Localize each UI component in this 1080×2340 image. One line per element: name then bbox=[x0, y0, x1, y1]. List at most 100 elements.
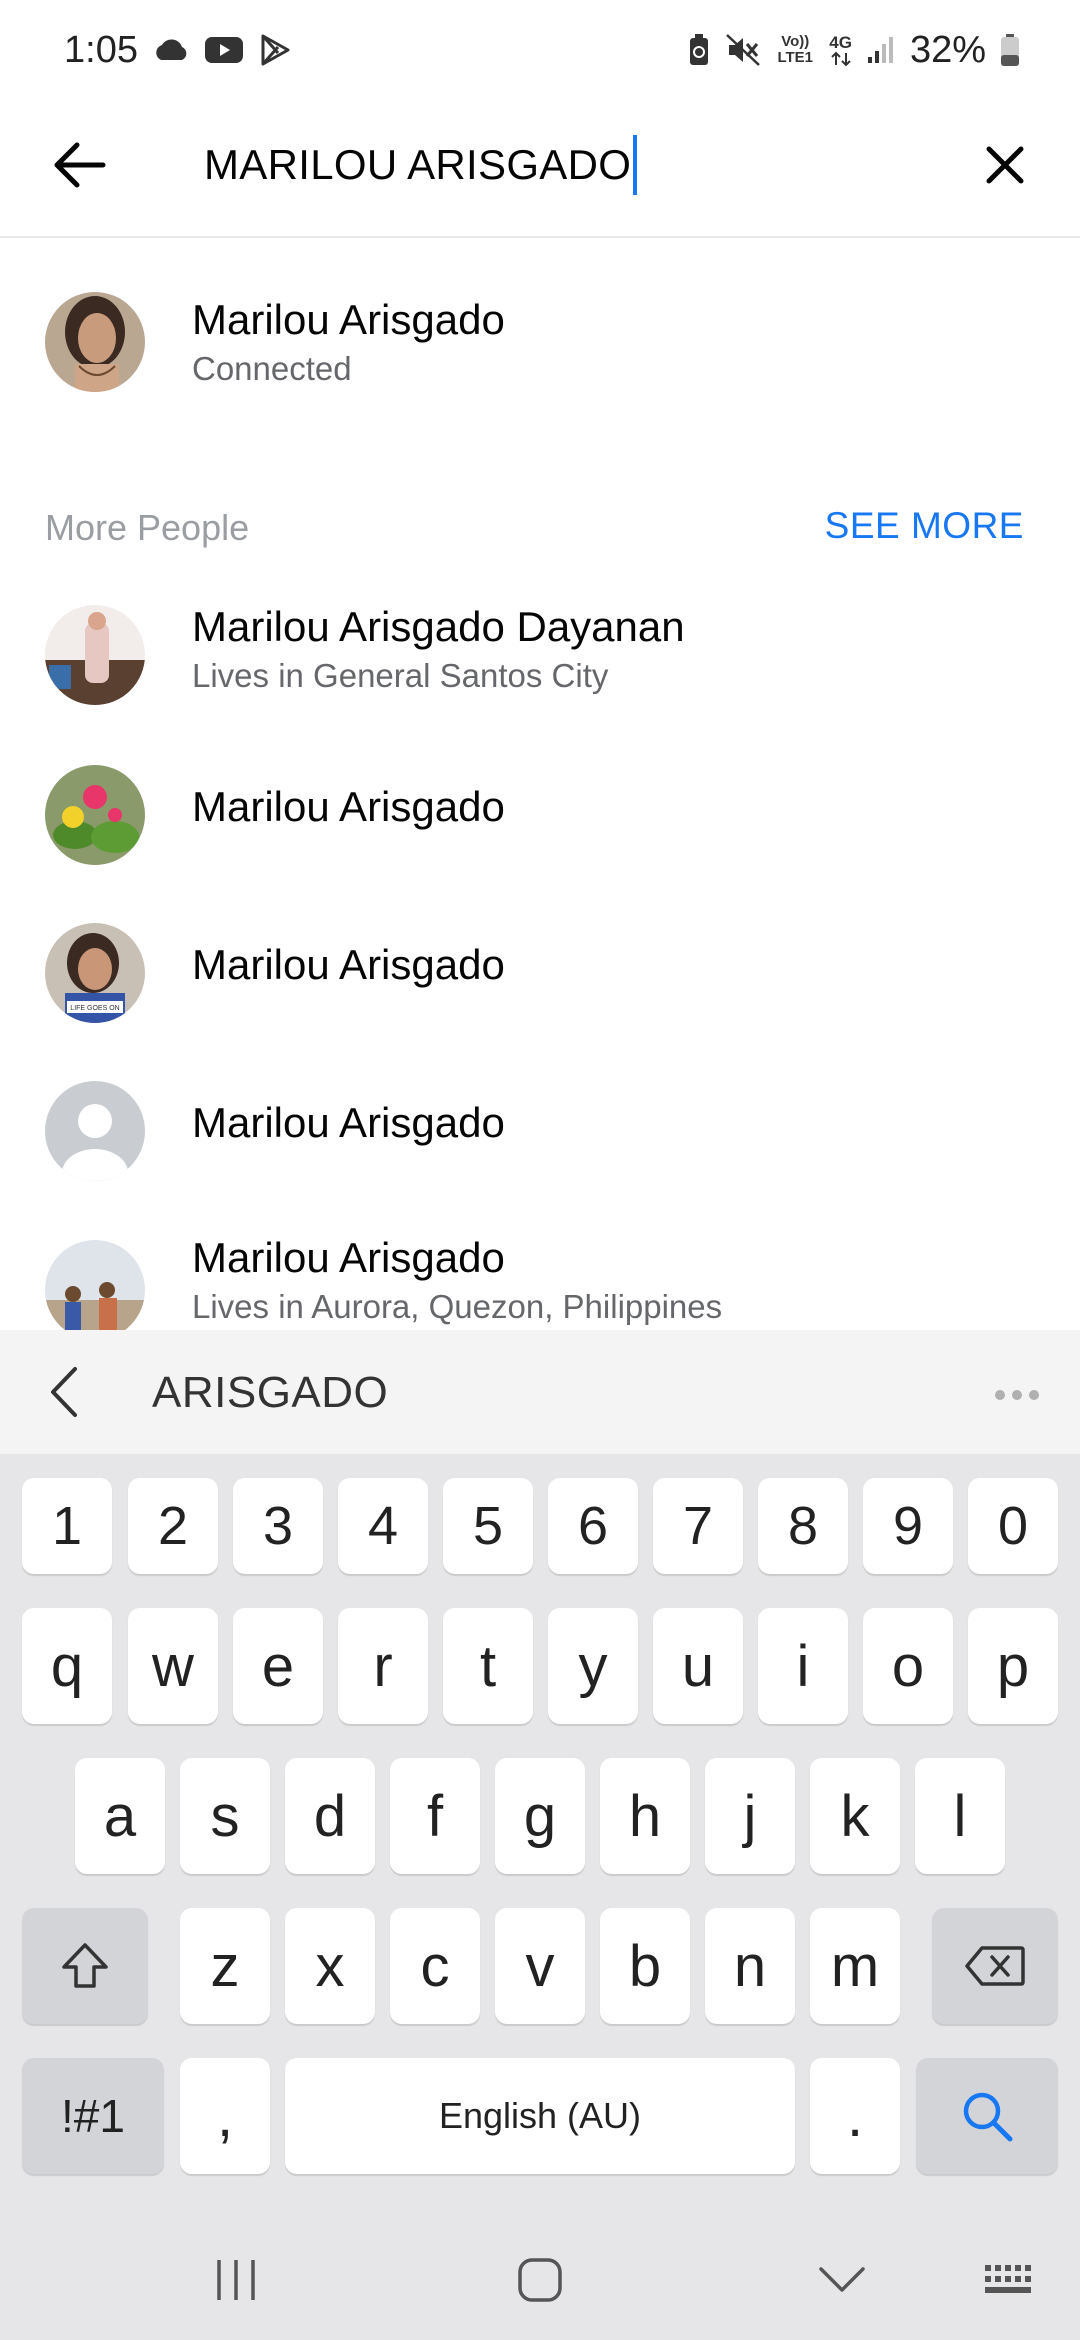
key-b[interactable]: b bbox=[600, 1908, 690, 2024]
search-icon bbox=[963, 2092, 1013, 2142]
list-item[interactable]: Marilou Arisgado Lives in Aurora, Quezon… bbox=[0, 1220, 1080, 1330]
key-h[interactable]: h bbox=[600, 1758, 690, 1874]
key-y[interactable]: y bbox=[548, 1608, 638, 1724]
key-p[interactable]: p bbox=[968, 1608, 1058, 1724]
backspace-key[interactable] bbox=[932, 1908, 1058, 2024]
key-8[interactable]: 8 bbox=[758, 1478, 848, 1574]
key-v[interactable]: v bbox=[495, 1908, 585, 2024]
keyboard-icon bbox=[985, 2265, 1031, 2293]
list-item[interactable]: Marilou Arisgado bbox=[0, 745, 1080, 895]
key-d[interactable]: d bbox=[285, 1758, 375, 1874]
status-right: Vo)) LTE1 4G 32% bbox=[687, 29, 1020, 72]
key-o[interactable]: o bbox=[863, 1608, 953, 1724]
key-j[interactable]: j bbox=[705, 1758, 795, 1874]
key-2[interactable]: 2 bbox=[128, 1478, 218, 1574]
youtube-icon bbox=[204, 35, 244, 65]
connected-person-row[interactable]: Marilou Arisgado Connected bbox=[0, 270, 1080, 420]
key-w[interactable]: w bbox=[128, 1608, 218, 1724]
avatar bbox=[45, 1240, 145, 1330]
key-m[interactable]: m bbox=[810, 1908, 900, 2024]
hide-keyboard-button[interactable] bbox=[782, 2240, 902, 2320]
key-g[interactable]: g bbox=[495, 1758, 585, 1874]
symbols-key[interactable]: !#1 bbox=[22, 2058, 164, 2174]
search-query: MARILOU ARISGADO bbox=[204, 141, 632, 188]
avatar: LIFE GOES ON bbox=[45, 923, 145, 1023]
keyboard-switch-button[interactable] bbox=[950, 2240, 1070, 2320]
avatar bbox=[45, 765, 145, 865]
key-q[interactable]: q bbox=[22, 1608, 112, 1724]
person-name: Marilou Arisgado bbox=[192, 941, 505, 988]
key-e[interactable]: e bbox=[233, 1608, 323, 1724]
recent-apps-icon bbox=[217, 2260, 255, 2300]
key-l[interactable]: l bbox=[915, 1758, 1005, 1874]
person-name: Marilou Arisgado bbox=[192, 783, 505, 830]
chevron-left-icon bbox=[51, 1367, 77, 1417]
space-key[interactable]: English (AU) bbox=[285, 2058, 795, 2174]
key-r[interactable]: r bbox=[338, 1608, 428, 1724]
shift-icon bbox=[62, 1943, 108, 1988]
key-6[interactable]: 6 bbox=[548, 1478, 638, 1574]
list-item[interactable]: Marilou Arisgado Dayanan Lives in Genera… bbox=[0, 585, 1080, 735]
period-key[interactable]: . bbox=[810, 2058, 900, 2174]
person-subtitle: Connected bbox=[192, 350, 352, 387]
person-subtitle: Lives in Aurora, Quezon, Philippines bbox=[192, 1288, 723, 1325]
section-title: More People bbox=[45, 507, 250, 548]
key-3[interactable]: 3 bbox=[233, 1478, 323, 1574]
search-action-key[interactable] bbox=[916, 2058, 1058, 2174]
avatar bbox=[45, 605, 145, 705]
battery-saver-icon bbox=[687, 33, 711, 67]
key-s[interactable]: s bbox=[180, 1758, 270, 1874]
battery-percent: 32% bbox=[909, 28, 986, 71]
search-header: MARILOU ARISGADO bbox=[0, 100, 1080, 238]
key-k[interactable]: k bbox=[810, 1758, 900, 1874]
key-0[interactable]: 0 bbox=[968, 1478, 1058, 1574]
list-item[interactable]: Marilou Arisgado bbox=[0, 1061, 1080, 1211]
key-1[interactable]: 1 bbox=[22, 1478, 112, 1574]
suggestion-back-button[interactable] bbox=[36, 1358, 92, 1426]
navigation-bar bbox=[0, 2220, 1080, 2340]
close-icon bbox=[986, 146, 1024, 184]
keyboard-suggestion-bar: ARISGADO bbox=[0, 1330, 1080, 1454]
volte-indicator: Vo)) LTE1 bbox=[777, 33, 814, 66]
clear-search-button[interactable] bbox=[970, 130, 1040, 200]
back-button[interactable] bbox=[44, 130, 114, 200]
key-i[interactable]: i bbox=[758, 1608, 848, 1724]
play-store-icon bbox=[258, 33, 292, 67]
recent-apps-button[interactable] bbox=[176, 2240, 296, 2320]
key-x[interactable]: x bbox=[285, 1908, 375, 2024]
search-input[interactable]: MARILOU ARISGADO bbox=[204, 130, 924, 200]
more-people-header: More People SEE MORE bbox=[0, 495, 1080, 555]
key-7[interactable]: 7 bbox=[653, 1478, 743, 1574]
key-4[interactable]: 4 bbox=[338, 1478, 428, 1574]
key-u[interactable]: u bbox=[653, 1608, 743, 1724]
person-subtitle: Lives in General Santos City bbox=[192, 657, 609, 694]
shift-key[interactable] bbox=[22, 1908, 148, 2024]
key-z[interactable]: z bbox=[180, 1908, 270, 2024]
key-a[interactable]: a bbox=[75, 1758, 165, 1874]
key-c[interactable]: c bbox=[390, 1908, 480, 2024]
key-5[interactable]: 5 bbox=[443, 1478, 533, 1574]
person-name: Marilou Arisgado bbox=[192, 296, 505, 343]
person-name: Marilou Arisgado bbox=[192, 1234, 505, 1281]
see-more-link[interactable]: SEE MORE bbox=[825, 505, 1024, 547]
key-9[interactable]: 9 bbox=[863, 1478, 953, 1574]
keyboard: 1 2 3 4 5 6 7 8 9 0 q w e r t y u i o p … bbox=[0, 1454, 1080, 2340]
home-icon bbox=[518, 2258, 562, 2302]
suggestion-word[interactable]: ARISGADO bbox=[152, 1368, 388, 1418]
key-f[interactable]: f bbox=[390, 1758, 480, 1874]
comma-key[interactable]: , bbox=[180, 2058, 270, 2174]
signal-icon bbox=[866, 35, 896, 65]
list-item[interactable]: LIFE GOES ON Marilou Arisgado bbox=[0, 903, 1080, 1053]
key-t[interactable]: t bbox=[443, 1608, 533, 1724]
more-options-icon[interactable] bbox=[994, 1378, 1040, 1401]
avatar bbox=[45, 292, 145, 392]
status-left: 1:05 bbox=[64, 29, 292, 72]
cloud-icon bbox=[152, 38, 190, 62]
arrow-left-icon bbox=[54, 142, 106, 188]
home-button[interactable] bbox=[480, 2240, 600, 2320]
person-name: Marilou Arisgado bbox=[192, 1099, 505, 1146]
key-n[interactable]: n bbox=[705, 1908, 795, 2024]
text-caret bbox=[633, 135, 638, 195]
status-time: 1:05 bbox=[64, 28, 138, 71]
back-chevron-icon bbox=[819, 2267, 865, 2292]
